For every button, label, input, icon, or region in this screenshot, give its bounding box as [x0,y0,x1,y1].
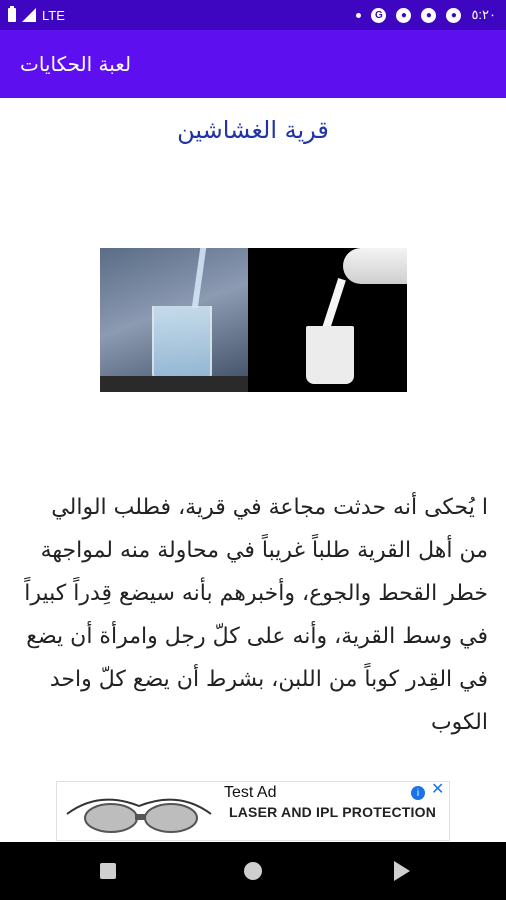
back-icon [394,861,410,881]
app-notification-icon: ● [396,7,412,23]
water-glass-image [100,248,248,392]
ad-banner[interactable]: Test Ad LASER AND IPL PROTECTION i ✕ [56,781,450,841]
home-icon [244,862,262,880]
battery-icon [8,6,16,22]
milk-stream [322,278,346,330]
story-title: قرية الغشاشين [177,116,329,144]
notification-dot-icon [356,12,362,18]
clock: ٥:٢٠ [471,7,496,22]
story-illustration [100,248,407,392]
water-glass [152,306,212,380]
navigation-bar [0,842,506,900]
status-left: LTE [8,0,65,30]
milk-glass [306,326,354,384]
window-sill [100,376,248,392]
status-bar: LTE G ● ● ● ٥:٢٠ [0,0,506,30]
milk-bottle [343,248,407,284]
water-stream [191,248,207,308]
status-right: G ● ● ● ٥:٢٠ [356,0,496,30]
test-ad-label: Test Ad [222,784,279,802]
recents-icon [100,863,116,879]
signal-icon [22,8,36,22]
ad-close-icon[interactable]: ✕ [431,782,445,798]
home-button[interactable] [223,842,283,900]
app-notification-icon: ● [446,7,462,23]
goggles-image [66,798,212,833]
back-button[interactable] [372,842,432,900]
milk-glass-image [248,248,407,392]
ad-info-icon[interactable]: i [411,786,425,800]
story-body-text: ا يُحكى أنه حدثت مجاعة في قرية، فطلب الو… [24,495,488,735]
network-type: LTE [42,7,65,23]
app-notification-icon: ● [421,7,437,23]
app-bar: لعبة الحكايات [0,30,506,98]
google-icon: G [371,7,387,23]
story-scroll-view[interactable]: قرية الغشاشين ا يُحكى أنه حدثت مجاعة في … [0,98,506,781]
ad-headline[interactable]: LASER AND IPL PROTECTION [229,804,436,820]
recents-button[interactable] [78,842,138,900]
app-title: لعبة الحكايات [20,52,132,76]
